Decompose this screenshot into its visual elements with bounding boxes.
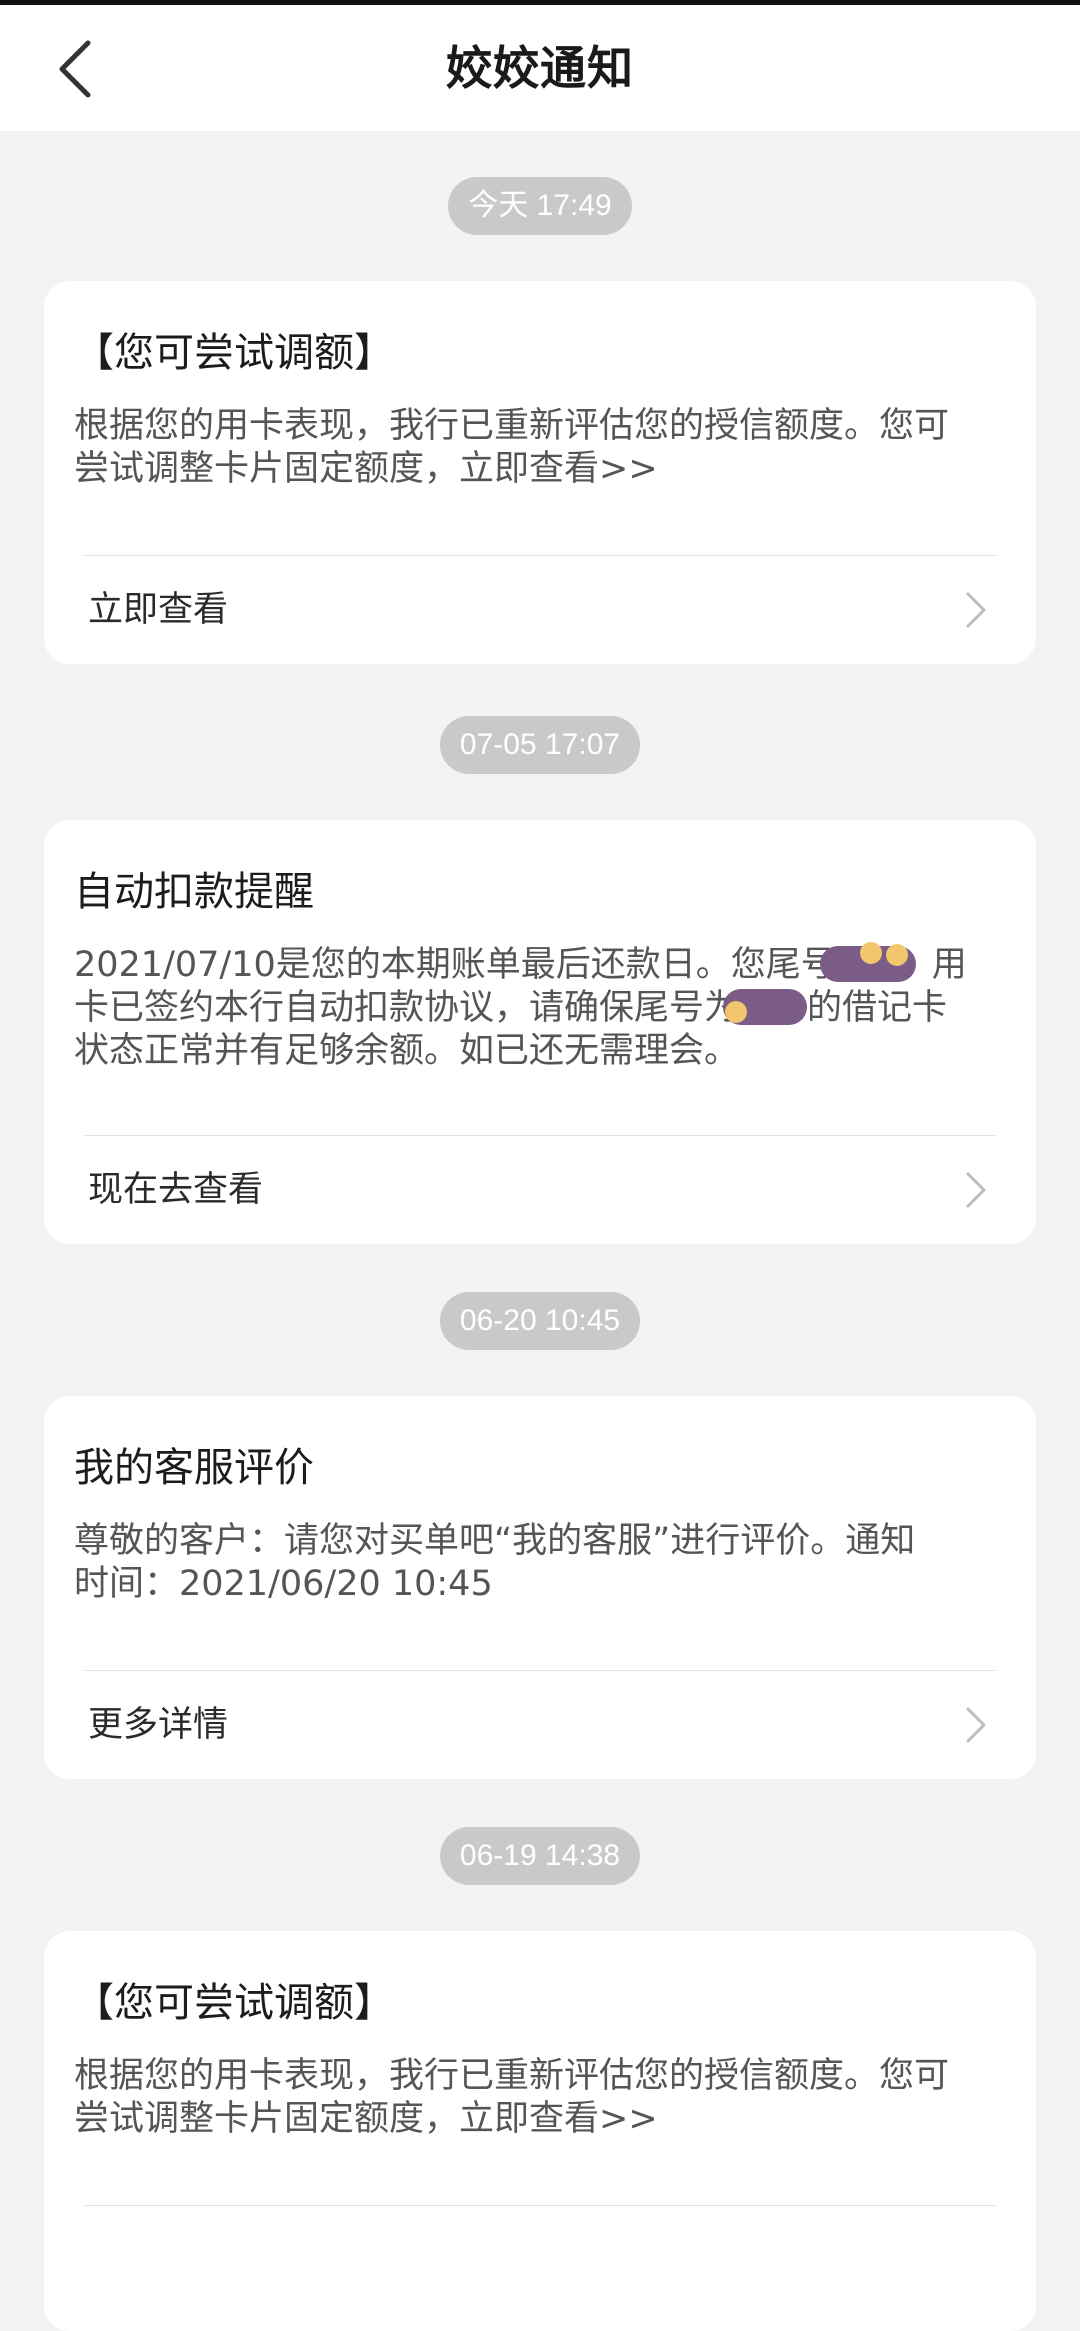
body-line: 2021/07/10是您的本期账单最后还款日。您尾号 用 bbox=[74, 942, 1006, 987]
divider bbox=[84, 2205, 996, 2206]
redacted-account-number bbox=[723, 989, 808, 1025]
chevron-right-icon bbox=[966, 1707, 986, 1743]
body-line: 尝试调整卡片固定额度，立即查看>> bbox=[74, 449, 658, 489]
body-line: 根据您的用卡表现，我行已重新评估您的授信额度。您可 bbox=[74, 2056, 950, 2096]
time-badge: 06-19 14:38 bbox=[439, 1827, 641, 1885]
time-badge: 今天 17:49 bbox=[448, 177, 632, 235]
notification-title: 我的客服评价 bbox=[74, 1445, 314, 1491]
body-line: 根据您的用卡表现，我行已重新评估您的授信额度。您可 bbox=[74, 406, 950, 446]
notification-title: 自动扣款提醒 bbox=[74, 869, 314, 915]
action-label: 更多详情 bbox=[88, 1705, 229, 1745]
body-line: 状态正常并有足够余额。如已还无需理会。 bbox=[74, 1031, 740, 1071]
time-badge: 06-20 10:45 bbox=[439, 1292, 641, 1350]
notification-card: 【您可尝试调额】 根据您的用卡表现，我行已重新评估您的授信额度。您可 尝试调整卡… bbox=[44, 1931, 1036, 2331]
notification-title: 【您可尝试调额】 bbox=[74, 330, 394, 376]
view-now-action[interactable]: 立即查看 bbox=[44, 556, 1036, 664]
notification-body: 2021/07/10是您的本期账单最后还款日。您尾号 用 卡已签约本行自动扣款协议… bbox=[44, 920, 1036, 1073]
body-text: 2021/07/10是您的本期账单最后还款日。您尾号 bbox=[74, 945, 836, 985]
go-view-action[interactable]: 现在去查看 bbox=[44, 1136, 1036, 1244]
notification-group: 06-20 10:45 我的客服评价 尊敬的客户：请您对买单吧“我的客服”进行评… bbox=[0, 1246, 1080, 1779]
body-text: 的借记卡 bbox=[807, 988, 948, 1028]
notification-card: 自动扣款提醒 2021/07/10是您的本期账单最后还款日。您尾号 用 卡已签约本… bbox=[44, 820, 1036, 1244]
notification-group: 06-19 14:38 【您可尝试调额】 根据您的用卡表现，我行已重新评估您的授… bbox=[0, 1781, 1080, 2331]
chevron-right-icon bbox=[966, 1172, 986, 1208]
top-app-bar: 姣姣通知 bbox=[0, 5, 1080, 131]
notification-list: 今天 17:49 【您可尝试调额】 根据您的用卡表现，我行已重新评估您的授信额度… bbox=[0, 131, 1080, 2331]
more-details-action[interactable]: 更多详情 bbox=[44, 1671, 1036, 1779]
chevron-right-icon bbox=[966, 592, 986, 628]
notification-group: 今天 17:49 【您可尝试调额】 根据您的用卡表现，我行已重新评估您的授信额度… bbox=[0, 131, 1080, 664]
back-arrow-icon bbox=[59, 40, 91, 98]
body-text: 卡已签约本行自动扣款协议，请确保尾号为 bbox=[74, 988, 740, 1028]
notification-body: 尊敬的客户：请您对买单吧“我的客服”进行评价。通知 时间：2021/06/20 … bbox=[44, 1496, 1036, 1606]
notification-body: 根据您的用卡表现，我行已重新评估您的授信额度。您可 尝试调整卡片固定额度，立即查… bbox=[44, 2031, 1036, 2141]
page-title: 姣姣通知 bbox=[446, 41, 634, 95]
body-line: 时间：2021/06/20 10:45 bbox=[74, 1564, 493, 1604]
notification-group: 07-05 17:07 自动扣款提醒 2021/07/10是您的本期账单最后还款… bbox=[0, 670, 1080, 1244]
body-text: 用 bbox=[931, 945, 967, 985]
back-button[interactable] bbox=[36, 29, 116, 109]
action-label: 立即查看 bbox=[88, 590, 229, 630]
body-line: 尝试调整卡片固定额度，立即查看>> bbox=[74, 2099, 658, 2139]
notification-card: 我的客服评价 尊敬的客户：请您对买单吧“我的客服”进行评价。通知 时间：2021… bbox=[44, 1396, 1036, 1779]
notification-title: 【您可尝试调额】 bbox=[74, 1980, 394, 2026]
notification-body: 根据您的用卡表现，我行已重新评估您的授信额度。您可 尝试调整卡片固定额度，立即查… bbox=[44, 381, 1036, 491]
action-label: 现在去查看 bbox=[88, 1170, 264, 1210]
body-line: 尊敬的客户：请您对买单吧“我的客服”进行评价。通知 bbox=[74, 1521, 916, 1561]
body-line: 卡已签约本行自动扣款协议，请确保尾号为 的借记卡 bbox=[74, 987, 1006, 1030]
redacted-card-number bbox=[819, 942, 916, 982]
time-badge: 07-05 17:07 bbox=[439, 716, 641, 774]
notification-card: 【您可尝试调额】 根据您的用卡表现，我行已重新评估您的授信额度。您可 尝试调整卡… bbox=[44, 281, 1036, 664]
